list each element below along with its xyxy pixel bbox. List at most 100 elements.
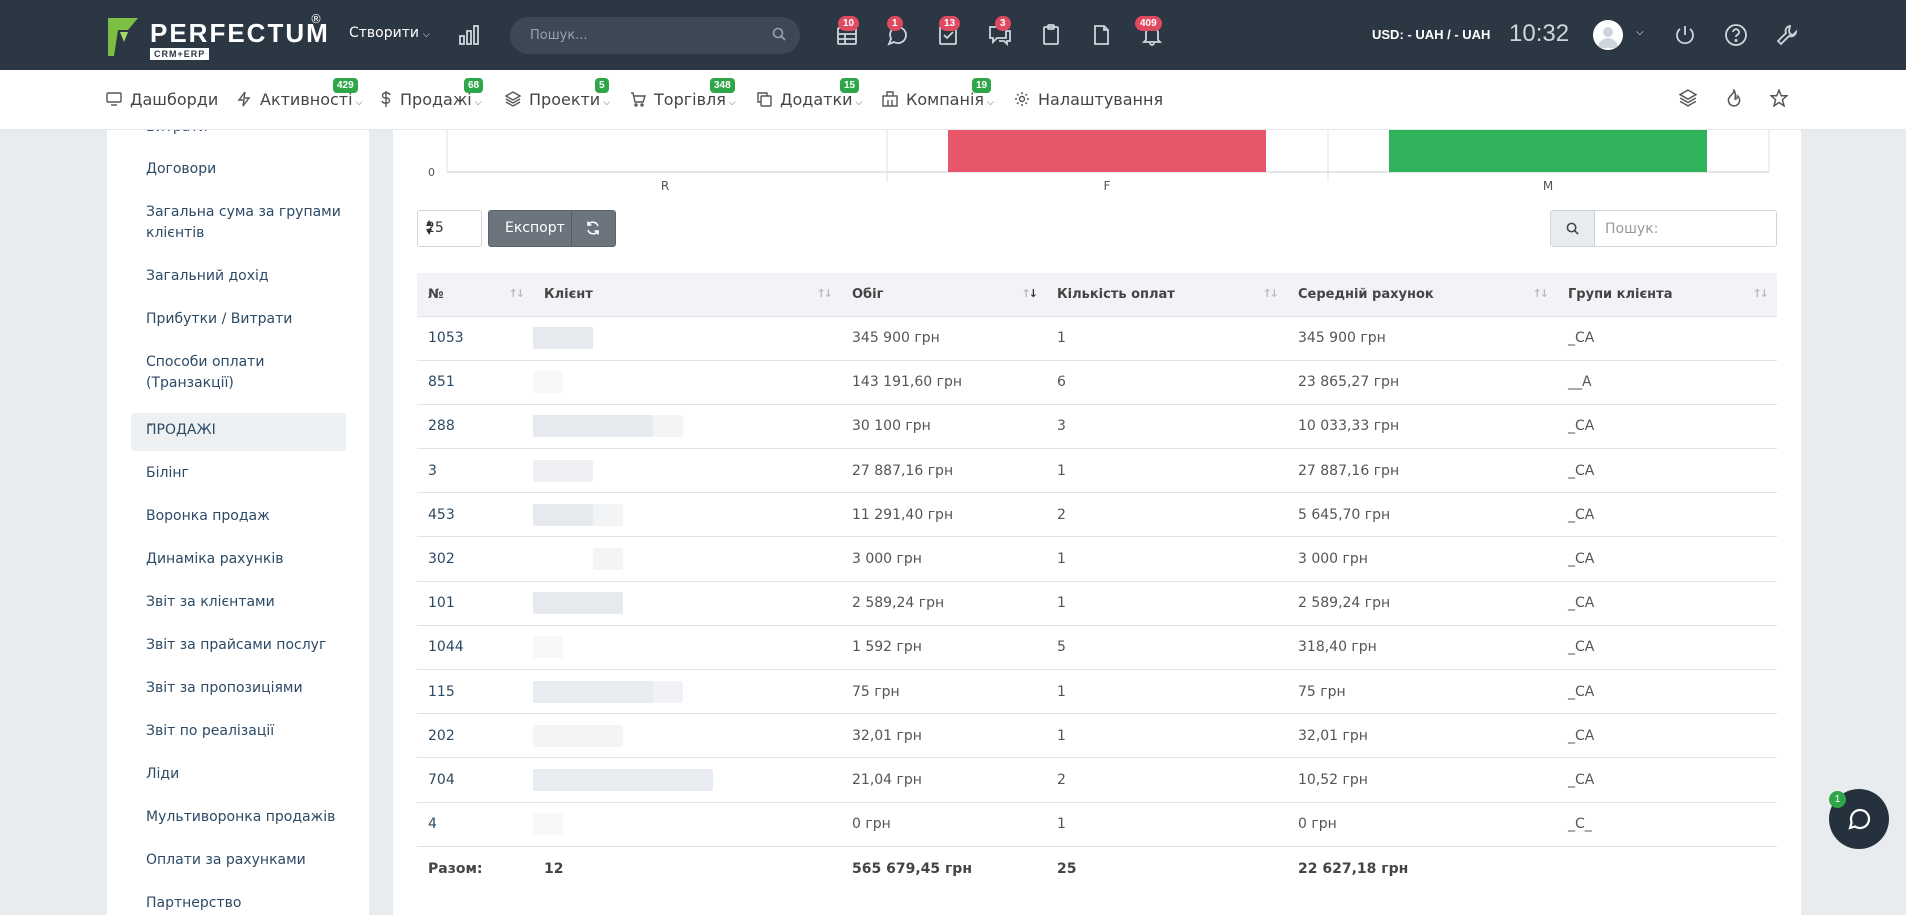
table-row[interactable]: 1053 345 900 грн 1 345 900 грн _CA bbox=[417, 316, 1777, 361]
sidebar-item[interactable]: Способи оплати (Транзакції) bbox=[146, 352, 296, 394]
cell-number[interactable]: 115 bbox=[417, 669, 533, 715]
menu-item-dashboards[interactable]: Дашборди bbox=[106, 90, 218, 109]
table-row[interactable]: 453 11 291,40 грн 2 5 645,70 грн _CA bbox=[417, 492, 1777, 538]
fire-icon[interactable] bbox=[1725, 89, 1743, 107]
chat-bubble-icon[interactable]: 1 bbox=[885, 16, 911, 48]
redacted-client-name bbox=[533, 724, 773, 747]
sidebar-item[interactable]: Динаміка рахунків bbox=[146, 549, 284, 570]
cell-number[interactable]: 288 bbox=[417, 404, 533, 450]
avatar[interactable] bbox=[1593, 20, 1623, 50]
tasks-table-icon[interactable]: 10 bbox=[834, 16, 860, 48]
blur-block bbox=[533, 371, 563, 394]
redacted-client-name bbox=[533, 768, 773, 791]
table-row[interactable]: 302 3 000 грн 1 3 000 грн _CA bbox=[417, 536, 1777, 582]
column-header-turnover[interactable]: Обіг ↑↓ bbox=[841, 273, 1046, 317]
global-search[interactable] bbox=[510, 17, 800, 54]
export-button[interactable]: Експорт bbox=[505, 220, 565, 236]
redacted-client-name bbox=[533, 680, 773, 703]
column-header-number[interactable]: № ↑↓ bbox=[417, 273, 533, 317]
redacted-client-name bbox=[533, 813, 773, 836]
sidebar-item[interactable]: Договори bbox=[146, 159, 216, 180]
layers-icon[interactable] bbox=[1679, 89, 1697, 107]
menu-badge: 429 bbox=[333, 78, 358, 93]
refresh-icon[interactable] bbox=[585, 220, 601, 236]
cell-number[interactable]: 1053 bbox=[417, 316, 533, 361]
messages-icon[interactable]: 3 bbox=[987, 16, 1013, 48]
wrench-icon[interactable] bbox=[1775, 23, 1799, 47]
redacted-client-name bbox=[533, 327, 773, 350]
sidebar-item[interactable]: Воронка продаж bbox=[146, 506, 270, 527]
gear-icon bbox=[1015, 92, 1029, 106]
sidebar-item[interactable]: Партнерство bbox=[146, 893, 241, 914]
sidebar-item[interactable]: Витрати bbox=[146, 130, 208, 138]
cell-number[interactable]: 704 bbox=[417, 757, 533, 803]
cell-payments: 1 bbox=[1046, 581, 1287, 626]
cell-number[interactable]: 101 bbox=[417, 581, 533, 626]
menu-item-projects[interactable]: Проекти ⌵ bbox=[504, 90, 610, 109]
badge: 3 bbox=[995, 16, 1011, 31]
sidebar-item[interactable]: Оплати за рахунками bbox=[146, 850, 306, 871]
power-icon[interactable] bbox=[1673, 23, 1697, 47]
cell-client bbox=[533, 404, 841, 450]
create-dropdown[interactable]: Створити ⌵ bbox=[349, 25, 430, 41]
y-tick-label: 0 bbox=[428, 166, 435, 179]
sidebar-item[interactable]: Звіт за пропозиціями bbox=[146, 678, 303, 699]
cell-average: 318,40 грн bbox=[1287, 625, 1557, 671]
star-icon[interactable] bbox=[1770, 89, 1788, 107]
clipboard-icon[interactable] bbox=[1038, 22, 1064, 48]
page-size-select[interactable]: 25 ▲ ▼ bbox=[417, 210, 482, 247]
sidebar-section-sales[interactable]: ПРОДАЖІ ⌃ bbox=[131, 413, 346, 451]
sidebar-item[interactable]: Прибутки / Витрати bbox=[146, 309, 292, 330]
table-search-input[interactable] bbox=[1605, 219, 1765, 239]
checklist-icon[interactable]: 13 bbox=[935, 16, 961, 48]
redacted-client-name bbox=[533, 592, 773, 615]
cell-number[interactable]: 4 bbox=[417, 802, 533, 847]
cell-number[interactable]: 453 bbox=[417, 492, 533, 538]
menu-item-settings[interactable]: Налаштування bbox=[1014, 90, 1163, 109]
total-clients: 12 bbox=[544, 860, 564, 877]
column-header-client[interactable]: Клієнт ↑↓ bbox=[533, 273, 841, 317]
cell-payments: 2 bbox=[1046, 492, 1287, 538]
table-row[interactable]: 101 2 589,24 грн 1 2 589,24 грн _CA bbox=[417, 581, 1777, 626]
menu-badge: 68 bbox=[464, 78, 484, 93]
sidebar-item[interactable]: Звіт за клієнтами bbox=[146, 592, 275, 613]
table-row[interactable]: 202 32,01 грн 1 32,01 грн _CA bbox=[417, 713, 1777, 759]
logo-registered: ® bbox=[310, 12, 322, 26]
column-header-groups[interactable]: Групи клієнта ↑↓ bbox=[1557, 273, 1777, 317]
global-search-input[interactable] bbox=[530, 25, 760, 45]
sidebar-item[interactable]: Білінг bbox=[146, 463, 189, 484]
help-icon[interactable] bbox=[1724, 23, 1748, 47]
column-header-average[interactable]: Середній рахунок ↑↓ bbox=[1287, 273, 1557, 317]
sidebar-item[interactable]: Звіт за прайсами послуг bbox=[146, 635, 326, 656]
table-row[interactable]: 3 27 887,16 грн 1 27 887,16 грн _CA bbox=[417, 448, 1777, 494]
menu-label: Налаштування bbox=[1038, 90, 1164, 109]
sidebar-item[interactable]: Загальний дохід bbox=[146, 266, 269, 287]
table-row[interactable]: 40 грн 1 0 грн _C_ bbox=[417, 802, 1777, 847]
create-label: Створити bbox=[349, 25, 419, 41]
table-row[interactable]: 115 75 грн 1 75 грн _CA bbox=[417, 669, 1777, 715]
chevron-down-icon[interactable]: ⌵ bbox=[1636, 27, 1644, 38]
bell-icon[interactable]: 409 bbox=[1135, 16, 1165, 48]
cell-turnover: 21,04 грн bbox=[841, 757, 1046, 803]
column-header-payments[interactable]: Кількість оплат ↑↓ bbox=[1046, 273, 1287, 317]
sidebar-item[interactable]: Звіт по реалізації bbox=[146, 721, 274, 742]
cell-group: _CA bbox=[1557, 757, 1777, 803]
blur-block bbox=[533, 503, 593, 526]
cell-number[interactable]: 202 bbox=[417, 713, 533, 759]
table-row[interactable]: 1044 1 592 грн 5 318,40 грн _CA bbox=[417, 625, 1777, 671]
bar-chart-icon[interactable] bbox=[458, 24, 480, 46]
document-icon[interactable] bbox=[1088, 22, 1114, 48]
sidebar-item[interactable]: Ліди bbox=[146, 764, 179, 785]
table-row[interactable]: 851 143 191,60 грн 6 23 865,27 грн __A bbox=[417, 360, 1777, 405]
cell-number[interactable]: 3 bbox=[417, 448, 533, 494]
sidebar-item[interactable]: Мультиворонка продажів bbox=[146, 807, 335, 828]
table-row[interactable]: 704 21,04 грн 2 10,52 грн _CA bbox=[417, 757, 1777, 803]
cell-number[interactable]: 302 bbox=[417, 536, 533, 582]
cell-payments: 1 bbox=[1046, 802, 1287, 847]
cell-number[interactable]: 851 bbox=[417, 360, 533, 405]
cell-number[interactable]: 1044 bbox=[417, 625, 533, 671]
cell-payments: 6 bbox=[1046, 360, 1287, 405]
table-row[interactable]: 288 30 100 грн 3 10 033,33 грн _CA bbox=[417, 404, 1777, 450]
cart-icon bbox=[631, 92, 646, 107]
sidebar-item[interactable]: Загальна сума за групами клієнтів bbox=[146, 202, 346, 244]
